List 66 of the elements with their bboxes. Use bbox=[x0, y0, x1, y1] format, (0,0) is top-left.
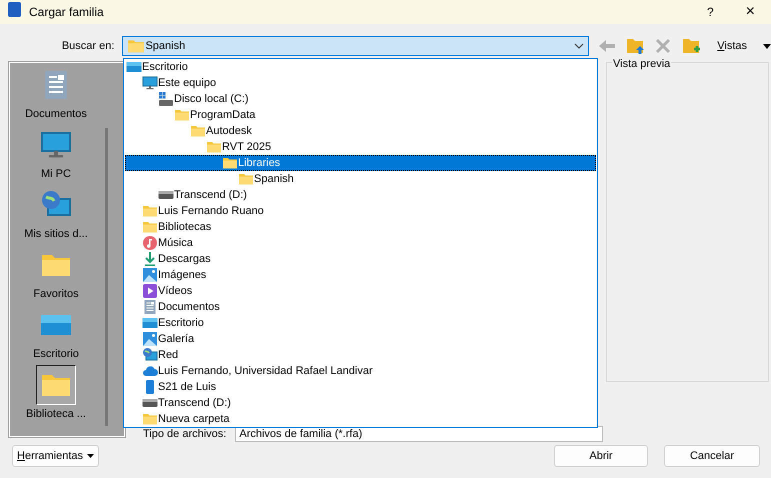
tree-item[interactable]: Imágenes bbox=[125, 267, 596, 283]
music-icon bbox=[142, 235, 158, 251]
tree-item[interactable]: Documentos bbox=[125, 299, 596, 315]
back-arrow-icon[interactable] bbox=[597, 37, 618, 55]
tree-item[interactable]: Descargas bbox=[125, 251, 596, 267]
caret-icon bbox=[763, 44, 771, 48]
computer-icon bbox=[142, 75, 158, 91]
tree-item[interactable]: Vídeos bbox=[125, 283, 596, 299]
drive-icon bbox=[158, 91, 174, 107]
folder-icon bbox=[174, 107, 190, 123]
tree-item[interactable]: Transcend (D:) bbox=[125, 395, 596, 411]
tree-item[interactable]: Luis Fernando, Universidad Rafael Landivar bbox=[125, 363, 596, 379]
views-button[interactable]: Vistas bbox=[717, 38, 771, 54]
download-icon bbox=[142, 251, 158, 267]
folder-icon bbox=[142, 203, 158, 219]
folder-icon bbox=[222, 155, 238, 171]
tree-item[interactable]: Spanish bbox=[125, 171, 596, 187]
tree-item[interactable]: Autodesk bbox=[125, 123, 596, 139]
tree-item[interactable]: Música bbox=[125, 235, 596, 251]
images-icon bbox=[142, 267, 158, 283]
cancel-button[interactable]: Cancelar bbox=[664, 445, 760, 467]
sidebar-item[interactable]: Escritorio bbox=[10, 305, 102, 365]
sidebar-item[interactable]: Biblioteca ... bbox=[10, 365, 102, 425]
network-icon bbox=[142, 347, 158, 363]
sidebar-item[interactable]: Favoritos bbox=[10, 245, 102, 305]
tree-item[interactable]: Escritorio bbox=[125, 315, 596, 331]
sidebar-item[interactable]: Mi PC bbox=[10, 125, 102, 185]
tree-item[interactable]: Este equipo bbox=[125, 75, 596, 91]
folder-icon bbox=[142, 219, 158, 235]
caret-icon bbox=[574, 43, 584, 49]
sidebar-item[interactable]: Mis sitios d... bbox=[10, 185, 102, 245]
caret-icon bbox=[87, 454, 94, 458]
look-in-label: Buscar en: bbox=[60, 38, 114, 54]
tree-item[interactable]: S21 de Luis bbox=[125, 379, 596, 395]
tree-item[interactable]: Luis Fernando Ruano bbox=[125, 203, 596, 219]
app-icon bbox=[8, 2, 21, 17]
tree-item[interactable]: Libraries bbox=[125, 155, 596, 171]
folder-icon bbox=[206, 139, 222, 155]
tree-item[interactable]: Bibliotecas bbox=[125, 219, 596, 235]
window-title: Cargar familia bbox=[29, 4, 105, 21]
open-button[interactable]: Abrir bbox=[554, 445, 648, 467]
sidebar-item[interactable]: Documentos bbox=[10, 65, 102, 125]
tree-item[interactable]: ProgramData bbox=[125, 107, 596, 123]
desktop-icon bbox=[126, 59, 142, 75]
tree-item[interactable]: Transcend (D:) bbox=[125, 187, 596, 203]
look-in-dropdown[interactable]: Spanish bbox=[122, 36, 590, 56]
tree-item[interactable]: Red bbox=[125, 347, 596, 363]
documents-icon bbox=[142, 299, 158, 315]
folder-icon bbox=[190, 123, 206, 139]
new-folder-icon[interactable] bbox=[681, 37, 702, 55]
tree-item[interactable]: RVT 2025 bbox=[125, 139, 596, 155]
folder-icon bbox=[142, 411, 158, 427]
help-button[interactable]: ? bbox=[706, 3, 714, 21]
tree-item[interactable]: Nueva carpeta bbox=[125, 411, 596, 427]
close-button[interactable]: × bbox=[746, 0, 755, 24]
images-icon bbox=[142, 331, 158, 347]
desktop-icon bbox=[142, 315, 158, 331]
file-type-label: Tipo de archivos: bbox=[143, 427, 226, 442]
tree-item[interactable]: Escritorio bbox=[125, 59, 596, 75]
tree-item[interactable]: Galería bbox=[125, 331, 596, 347]
videos-icon bbox=[142, 283, 158, 299]
folder-up-icon[interactable] bbox=[625, 37, 646, 55]
tree-item[interactable]: Disco local (C:) bbox=[125, 91, 596, 107]
preview-title: Vista previa bbox=[612, 56, 672, 72]
folder-icon bbox=[238, 171, 254, 187]
tools-button[interactable]: Herramientas bbox=[12, 445, 99, 467]
